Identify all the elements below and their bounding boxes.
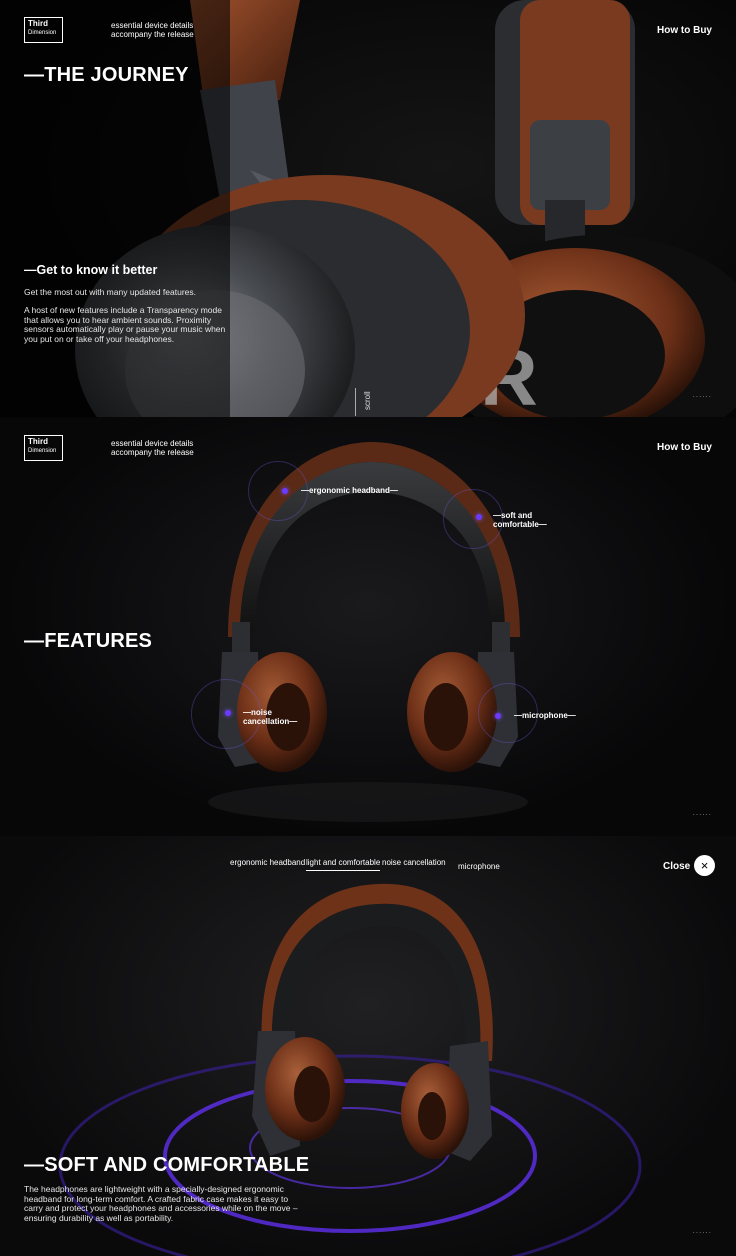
page-title: —THE JOURNEY bbox=[24, 64, 189, 86]
mic-hotspot-dot[interactable] bbox=[495, 713, 501, 719]
feature-detail-section: ergonomic headband light and comfortable… bbox=[0, 836, 736, 1256]
journey-section: R Third Dimension essential device detai… bbox=[0, 0, 736, 417]
hotspot-ergonomic-headband[interactable]: —ergonomic headband— bbox=[301, 486, 398, 495]
pagination-dots[interactable]: ...... bbox=[693, 1226, 712, 1235]
body-text: A host of new features include a Transpa… bbox=[24, 305, 226, 344]
brand-line-1: Third bbox=[28, 437, 48, 446]
brand-logo[interactable]: Third Dimension bbox=[24, 17, 63, 43]
section-subtitle: —Get to know it better bbox=[24, 263, 158, 277]
headband-hotspot-ring bbox=[248, 461, 308, 521]
nav-microphone[interactable]: microphone bbox=[458, 862, 500, 871]
how-to-buy-link[interactable]: How to Buy bbox=[657, 25, 712, 36]
scroll-label: scroll bbox=[363, 391, 372, 410]
noise-hotspot-dot[interactable] bbox=[225, 710, 231, 716]
tagline: essential device details accompany the r… bbox=[111, 21, 194, 39]
brand-line-1: Third bbox=[28, 19, 48, 28]
features-section: Third Dimension essential device details… bbox=[0, 417, 736, 836]
how-to-buy-link[interactable]: How to Buy bbox=[657, 442, 712, 453]
pagination-dots[interactable]: ...... bbox=[693, 390, 712, 399]
hotspot-noise-cancellation[interactable]: —noise cancellation— bbox=[243, 708, 313, 726]
intro-text: Get the most out with many updated featu… bbox=[24, 287, 196, 297]
hotspot-soft-comfortable[interactable]: —soft and comfortable— bbox=[493, 511, 563, 529]
close-icon[interactable]: × bbox=[694, 855, 715, 876]
features-title: —FEATURES bbox=[24, 630, 153, 652]
brand-logo[interactable]: Third Dimension bbox=[24, 435, 63, 461]
soft-hotspot-dot[interactable] bbox=[476, 514, 482, 520]
pagination-dots[interactable]: ...... bbox=[693, 808, 712, 817]
nav-ergonomic-headband[interactable]: ergonomic headband bbox=[230, 858, 305, 867]
nav-noise-cancellation[interactable]: noise cancellation bbox=[382, 858, 446, 867]
tagline: essential device details accompany the r… bbox=[111, 439, 194, 457]
feature-title: —SOFT AND COMFORTABLE bbox=[24, 1154, 310, 1176]
brand-line-2: Dimension bbox=[28, 30, 57, 36]
close-label[interactable]: Close bbox=[663, 861, 690, 872]
hotspot-microphone[interactable]: —microphone— bbox=[514, 711, 576, 720]
brand-line-2: Dimension bbox=[28, 448, 57, 454]
nav-light-and-comfortable[interactable]: light and comfortable bbox=[306, 858, 381, 871]
feature-body-text: The headphones are lightweight with a sp… bbox=[24, 1184, 298, 1223]
headband-hotspot-dot[interactable] bbox=[282, 488, 288, 494]
headphones-front-image bbox=[208, 442, 528, 822]
headphones-closeup-image: R bbox=[0, 0, 736, 417]
